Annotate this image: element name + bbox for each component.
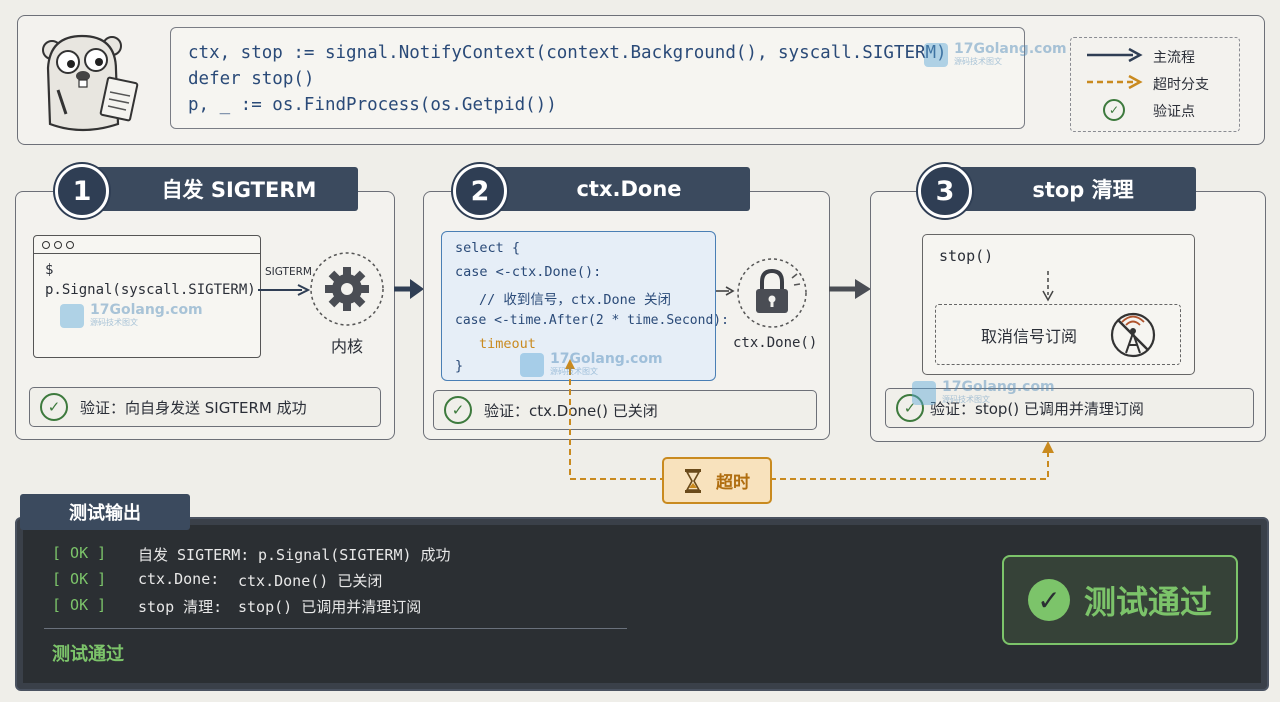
legend-check-point: 验证点 [1153, 104, 1195, 120]
watermark-logo-icon [912, 380, 936, 405]
lock-icon [737, 258, 807, 328]
code-select-open: select { [455, 240, 521, 256]
step1-number: 1 [55, 164, 109, 218]
code-case-done: case <-ctx.Done(): [455, 264, 602, 280]
code-comment: // 收到信号，ctx.Done 关闭 [479, 292, 672, 308]
lock-label: ctx.Done() [733, 335, 818, 351]
watermark-sub: 源码技术图文 [942, 395, 990, 404]
gopher-mascot-icon [42, 34, 139, 132]
flow-arrow-icon [829, 279, 871, 299]
timeout-badge-label: 超时 [716, 473, 750, 493]
terminal-prompt: $ [45, 262, 54, 278]
output-line-2-status: [ OK ] [52, 570, 107, 588]
watermark: 17Golang.com 源码技术图文 [912, 380, 1055, 405]
window-dot-icon [66, 240, 74, 249]
sigterm-arrow-icon [258, 284, 311, 296]
timeout-badge: 超时 [662, 457, 772, 504]
header-code-line-2: defer stop() [188, 69, 315, 89]
output-line-3-detail: stop() 已调用并清理订阅 [238, 598, 422, 616]
check-icon: ✓ [444, 396, 472, 424]
terminal-titlebar [34, 236, 260, 254]
step3-number: 3 [918, 164, 972, 218]
output-summary: 测试通过 [52, 644, 124, 665]
check-point-icon: ✓ [1103, 99, 1125, 121]
flow-arrow-icon [394, 279, 424, 299]
pass-stamp: ✓ 测试通过 [1002, 555, 1238, 645]
legend-timeout-branch: 超时分支 [1153, 77, 1209, 93]
step1-verify-text: 验证：向自身发送 SIGTERM 成功 [80, 398, 307, 417]
main-flow-arrow-icon [1087, 48, 1143, 62]
watermark-logo-icon [60, 303, 84, 328]
stop-call: stop() [939, 247, 994, 265]
window-dot-icon [54, 240, 62, 249]
output-line-2-detail: ctx.Done() 已关闭 [238, 572, 383, 590]
watermark-sub: 源码技术图文 [550, 367, 598, 376]
output-line-1-name: 自发 SIGTERM: [138, 546, 250, 564]
header-code-line-3: p, _ := os.FindProcess(os.Getpid()) [188, 95, 557, 115]
output-title: 测试输出 [20, 494, 190, 530]
check-icon: ✓ [40, 393, 68, 421]
watermark-site: 17Golang.com [550, 351, 663, 367]
watermark-logo-icon [924, 42, 948, 67]
timeout-branch-arrow-icon [1087, 75, 1143, 89]
step3-title: stop 清理 [936, 167, 1196, 211]
watermark-site: 17Golang.com [954, 41, 1067, 57]
output-line-1-status: [ OK ] [52, 544, 107, 562]
step2-title: ctx.Done [488, 167, 750, 211]
step2-number: 2 [453, 164, 507, 218]
watermark: 17Golang.com 源码技术图文 [520, 352, 663, 377]
watermark-sub: 源码技术图文 [90, 318, 138, 327]
step1-title: 自发 SIGTERM [80, 167, 358, 211]
output-line-2-name: ctx.Done: [138, 570, 220, 588]
kernel-label: 内核 [331, 337, 364, 356]
watermark-logo-icon [520, 352, 544, 377]
code-timeout: timeout [479, 336, 536, 352]
sigterm-arrow-label: SIGTERM [265, 266, 312, 278]
terminal-command: p.Signal(syscall.SIGTERM) [45, 282, 256, 298]
code-case-after: case <-time.After(2 * time.Second): [455, 313, 729, 328]
watermark-sub: 源码技术图文 [954, 57, 1002, 66]
output-line-1-detail: p.Signal(SIGTERM) 成功 [258, 546, 451, 564]
hourglass-icon [685, 468, 701, 493]
watermark-site: 17Golang.com [90, 302, 203, 318]
pass-stamp-label: 测试通过 [1083, 583, 1212, 621]
watermark-site: 17Golang.com [942, 379, 1055, 395]
output-line-3-status: [ OK ] [52, 596, 107, 614]
dashed-down-arrow-icon [1042, 271, 1054, 302]
done-arrow-icon [716, 286, 735, 296]
pass-check-icon: ✓ [1027, 579, 1070, 621]
output-line-3-name: stop 清理: [138, 598, 223, 616]
kernel-gear-icon [310, 252, 384, 326]
code-select-close: } [455, 358, 464, 374]
step1-verify: ✓ 验证：向自身发送 SIGTERM 成功 [29, 387, 381, 427]
window-dot-icon [42, 240, 50, 249]
unsubscribe-label: 取消信号订阅 [981, 327, 1078, 346]
legend-main-flow: 主流程 [1153, 50, 1195, 66]
watermark: 17Golang.com 源码技术图文 [60, 303, 203, 328]
watermark: 17Golang.com 源码技术图文 [924, 42, 1067, 67]
output-divider [44, 628, 627, 629]
no-signal-icon [1110, 312, 1156, 358]
header-code-line-1: ctx, stop := signal.NotifyContext(contex… [188, 43, 947, 63]
